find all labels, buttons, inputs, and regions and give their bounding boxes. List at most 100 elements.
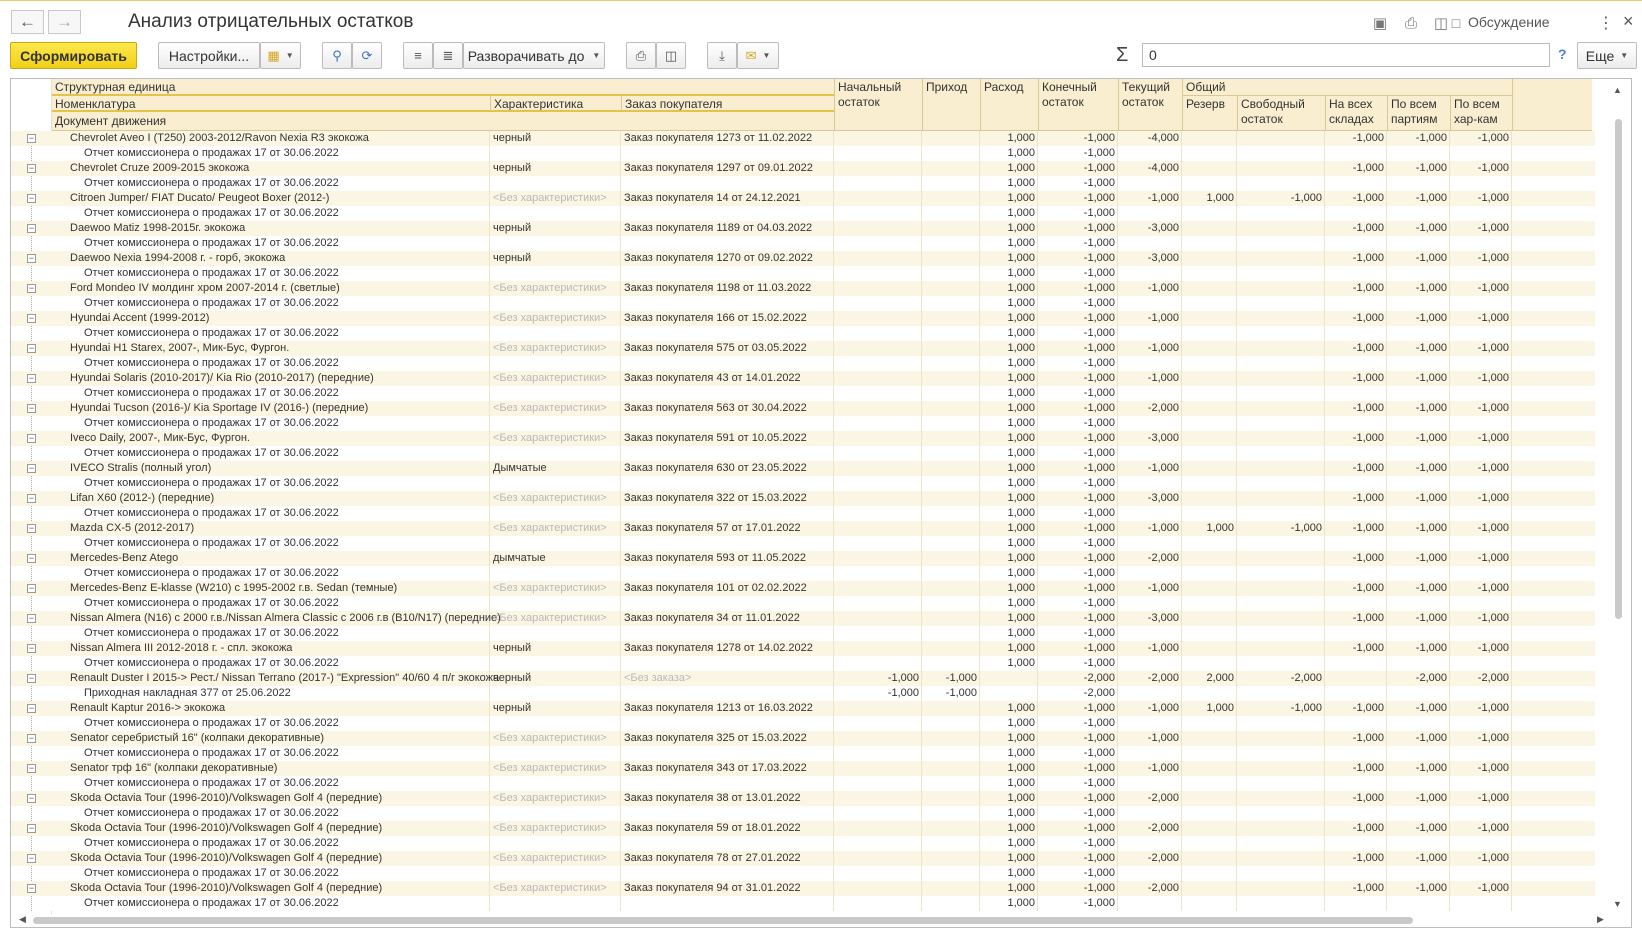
closing-balance-cell[interactable]: -1,000 xyxy=(1038,611,1118,626)
table-row-detail[interactable]: Отчет комиссионера о продажах 17 от 30.0… xyxy=(11,146,1595,161)
income-cell[interactable] xyxy=(922,341,980,356)
characteristic-cell[interactable]: черный xyxy=(490,641,620,656)
all-characteristics-cell[interactable]: -1,000 xyxy=(1450,611,1512,626)
reserve-cell[interactable] xyxy=(1182,881,1237,896)
income-cell[interactable] xyxy=(922,611,980,626)
opening-balance-cell[interactable] xyxy=(834,851,922,866)
income-cell[interactable] xyxy=(922,656,980,671)
free-balance-cell[interactable] xyxy=(1237,551,1325,566)
movement-doc-cell[interactable]: Отчет комиссионера о продажах 17 от 30.0… xyxy=(81,656,621,671)
current-balance-cell[interactable]: -1,000 xyxy=(1118,761,1182,776)
expense-cell[interactable]: 1,000 xyxy=(980,731,1038,746)
all-characteristics-cell[interactable]: -1,000 xyxy=(1450,701,1512,716)
all-characteristics-cell[interactable]: -1,000 xyxy=(1450,221,1512,236)
free-balance-cell[interactable] xyxy=(1237,821,1325,836)
sum-field[interactable]: 0 xyxy=(1142,43,1550,67)
table-row-detail[interactable]: Отчет комиссионера о продажах 17 от 30.0… xyxy=(11,896,1595,911)
table-row[interactable]: − Senator трф 16" (колпаки декоративные) <… xyxy=(11,761,1595,776)
all-characteristics-cell[interactable]: -1,000 xyxy=(1450,131,1512,146)
closing-balance-cell[interactable]: -1,000 xyxy=(1038,476,1118,491)
closing-balance-cell[interactable]: -1,000 xyxy=(1038,341,1118,356)
expense-cell[interactable]: 1,000 xyxy=(980,806,1038,821)
opening-balance-cell[interactable] xyxy=(834,596,922,611)
income-cell[interactable] xyxy=(922,446,980,461)
free-balance-cell[interactable] xyxy=(1237,431,1325,446)
opening-balance-cell[interactable] xyxy=(834,461,922,476)
income-cell[interactable] xyxy=(922,836,980,851)
customer-order-cell[interactable]: Заказ покупателя 591 от 10.05.2022 xyxy=(621,431,834,446)
expense-cell[interactable]: 1,000 xyxy=(980,161,1038,176)
all-characteristics-cell[interactable]: -1,000 xyxy=(1450,581,1512,596)
expense-cell[interactable]: 1,000 xyxy=(980,866,1038,881)
movement-doc-cell[interactable]: Отчет комиссионера о продажах 17 от 30.0… xyxy=(81,206,621,221)
expense-cell[interactable]: 1,000 xyxy=(980,416,1038,431)
expense-cell[interactable]: 1,000 xyxy=(980,311,1038,326)
customer-order-cell[interactable]: Заказ покупателя 1297 от 09.01.2022 xyxy=(621,161,834,176)
characteristic-cell[interactable]: <Без характеристики> xyxy=(490,491,620,506)
nomenclature-cell[interactable]: Mercedes-Benz Atego xyxy=(67,551,505,566)
income-cell[interactable] xyxy=(922,191,980,206)
income-cell[interactable] xyxy=(922,806,980,821)
closing-balance-cell[interactable]: -1,000 xyxy=(1038,851,1118,866)
closing-balance-cell[interactable]: -1,000 xyxy=(1038,131,1118,146)
characteristic-cell[interactable]: черный xyxy=(490,701,620,716)
expense-cell[interactable]: 1,000 xyxy=(980,356,1038,371)
all-batches-cell[interactable]: -1,000 xyxy=(1387,251,1450,266)
closing-balance-cell[interactable]: -1,000 xyxy=(1038,506,1118,521)
send-email-dropdown[interactable]: ✉ ▼ xyxy=(737,42,779,69)
all-batches-cell[interactable]: -1,000 xyxy=(1387,401,1450,416)
expense-cell[interactable]: 1,000 xyxy=(980,761,1038,776)
reserve-cell[interactable] xyxy=(1182,761,1237,776)
all-characteristics-cell[interactable]: -1,000 xyxy=(1450,731,1512,746)
reserve-cell[interactable] xyxy=(1182,431,1237,446)
table-row-detail[interactable]: Отчет комиссионера о продажах 17 от 30.0… xyxy=(11,266,1595,281)
all-batches-cell[interactable]: -1,000 xyxy=(1387,881,1450,896)
nomenclature-cell[interactable]: Hyundai Tucson (2016-)/ Kia Sportage IV … xyxy=(67,401,505,416)
opening-balance-cell[interactable] xyxy=(834,611,922,626)
current-balance-cell[interactable]: -1,000 xyxy=(1118,191,1182,206)
table-row[interactable]: − Daewoo Matiz 1998-2015г. экокожа черный З… xyxy=(11,221,1595,236)
collapse-toggle-icon[interactable]: − xyxy=(27,554,36,563)
closing-balance-cell[interactable]: -1,000 xyxy=(1038,326,1118,341)
income-cell[interactable]: -1,000 xyxy=(922,686,980,701)
closing-balance-cell[interactable]: -1,000 xyxy=(1038,281,1118,296)
current-balance-cell[interactable]: -1,000 xyxy=(1118,281,1182,296)
table-row-detail[interactable]: Отчет комиссионера о продажах 17 от 30.0… xyxy=(11,836,1595,851)
all-characteristics-cell[interactable]: -1,000 xyxy=(1450,821,1512,836)
table-row-detail[interactable]: Отчет комиссионера о продажах 17 от 30.0… xyxy=(11,596,1595,611)
all-warehouses-cell[interactable]: -1,000 xyxy=(1325,131,1387,146)
all-batches-cell[interactable]: -1,000 xyxy=(1387,221,1450,236)
free-balance-cell[interactable] xyxy=(1237,731,1325,746)
nomenclature-cell[interactable]: Chevrolet Aveo I (T250) 2003-2012/Ravon … xyxy=(67,131,505,146)
all-characteristics-cell[interactable]: -2,000 xyxy=(1450,671,1512,686)
movement-doc-cell[interactable]: Отчет комиссионера о продажах 17 от 30.0… xyxy=(81,176,621,191)
current-balance-cell[interactable]: -2,000 xyxy=(1118,821,1182,836)
expense-cell[interactable]: 1,000 xyxy=(980,266,1038,281)
current-balance-cell[interactable]: -2,000 xyxy=(1118,791,1182,806)
characteristic-cell[interactable]: <Без характеристики> xyxy=(490,821,620,836)
all-batches-cell[interactable]: -1,000 xyxy=(1387,791,1450,806)
closing-balance-cell[interactable]: -1,000 xyxy=(1038,446,1118,461)
opening-balance-cell[interactable] xyxy=(834,551,922,566)
current-balance-cell[interactable]: -2,000 xyxy=(1118,401,1182,416)
expense-cell[interactable]: 1,000 xyxy=(980,896,1038,911)
income-cell[interactable] xyxy=(922,266,980,281)
table-row[interactable]: − Hyundai Solaris (2010-2017)/ Kia Rio (2… xyxy=(11,371,1595,386)
all-batches-cell[interactable]: -1,000 xyxy=(1387,521,1450,536)
all-characteristics-cell[interactable]: -1,000 xyxy=(1450,521,1512,536)
closing-balance-cell[interactable]: -1,000 xyxy=(1038,656,1118,671)
all-batches-cell[interactable]: -1,000 xyxy=(1387,821,1450,836)
free-balance-cell[interactable]: -1,000 xyxy=(1237,521,1325,536)
free-balance-cell[interactable] xyxy=(1237,281,1325,296)
opening-balance-cell[interactable] xyxy=(834,746,922,761)
characteristic-cell[interactable]: черный xyxy=(490,131,620,146)
collapse-toggle-icon[interactable]: − xyxy=(27,794,36,803)
income-cell[interactable] xyxy=(922,701,980,716)
income-cell[interactable] xyxy=(922,431,980,446)
table-row[interactable]: − Chevrolet Aveo I (T250) 2003-2012/Ravon… xyxy=(11,131,1595,146)
all-batches-cell[interactable]: -1,000 xyxy=(1387,311,1450,326)
free-balance-cell[interactable] xyxy=(1237,341,1325,356)
customer-order-cell[interactable]: Заказ покупателя 1270 от 09.02.2022 xyxy=(621,251,834,266)
customer-order-cell[interactable]: Заказ покупателя 325 от 15.03.2022 xyxy=(621,731,834,746)
scroll-down-icon[interactable]: ▼ xyxy=(1613,899,1622,909)
